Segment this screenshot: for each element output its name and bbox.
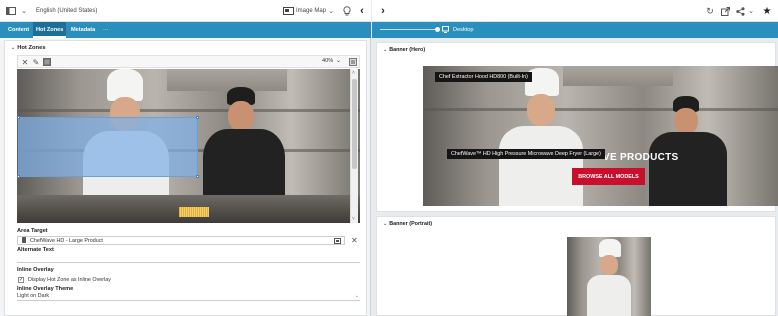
chef-body: [649, 132, 727, 206]
preview-pane: › ↻ ⌄ ★ Desktop ⌄ Banner (Hero) Chef Ext…: [372, 0, 778, 316]
alternate-text-label: Alternate Text: [17, 247, 54, 253]
device-icon: [22, 236, 26, 245]
scrollbar-thumb[interactable]: [352, 79, 357, 169]
device-label[interactable]: Desktop: [453, 27, 474, 33]
tab-content[interactable]: Content: [5, 22, 32, 38]
browse-all-models-button[interactable]: BROWSE ALL MODELS: [572, 168, 645, 185]
resize-handle[interactable]: [196, 116, 199, 119]
banner-headline: VE PRODUCTS: [603, 152, 679, 163]
clear-icon[interactable]: ✕: [351, 236, 358, 245]
caret-down-icon: ⌄: [383, 47, 388, 53]
area-target-field[interactable]: ChefWave HD - Large Product: [17, 236, 345, 245]
refresh-icon[interactable]: ↻: [703, 4, 717, 18]
pasta: [179, 207, 209, 217]
hot-zone-tooltip-hood[interactable]: Chef Extractor Hood HD800 (Built-In): [435, 72, 532, 82]
chevron-left-icon[interactable]: ‹: [355, 4, 369, 18]
scroll-down-icon[interactable]: ˅: [352, 216, 355, 222]
browse-icon[interactable]: [334, 238, 341, 246]
chef-body: [499, 126, 583, 206]
open-external-icon[interactable]: [718, 4, 732, 18]
chef-head: [674, 108, 698, 134]
device-bar: Desktop: [372, 22, 778, 38]
caret-down-icon: ⌄: [383, 221, 388, 227]
resize-handle[interactable]: [17, 116, 20, 119]
device-slider-knob[interactable]: [435, 27, 440, 32]
inline-overlay-checkbox-label[interactable]: Display Hot Zone as Inline Overlay: [28, 277, 111, 283]
hot-zone-image-canvas[interactable]: [17, 69, 360, 223]
fit-to-frame-icon[interactable]: [348, 57, 358, 67]
hero-banner-image: Chef Extractor Hood HD800 (Built-In) VE …: [423, 66, 778, 206]
area-target-label: Area Target: [17, 228, 48, 234]
locale-selector[interactable]: English (United States): [36, 5, 97, 17]
image-select-icon[interactable]: [42, 57, 52, 67]
inline-overlay-theme-select[interactable]: Light on Dark ⌄: [17, 292, 360, 301]
component-chevron-down-icon[interactable]: ⌄: [324, 4, 338, 18]
tab-metadata[interactable]: Metadata: [68, 22, 98, 38]
chef-head: [527, 94, 555, 126]
chef-white-figure: [585, 237, 633, 316]
banner-portrait-title[interactable]: ⌄ Banner (Portrait): [383, 221, 432, 227]
image-scrollbar[interactable]: ˄ ˅: [350, 69, 358, 223]
star-icon[interactable]: ★: [760, 4, 774, 18]
chevron-right-icon[interactable]: ›: [376, 4, 390, 18]
hot-zone-tooltip-fryer[interactable]: ChefWave™ HD High Pressure Microwave Dee…: [447, 149, 605, 159]
tab-more[interactable]: ···: [100, 22, 112, 38]
chevron-down-icon[interactable]: ⌄: [17, 4, 31, 18]
preview-toolbar: › ↻ ⌄ ★: [372, 0, 778, 22]
hot-zones-editor: ⌄ Hot Zones ✕ ✎ 40% ⌄ ˄ ˅ Area Target Ch…: [4, 40, 367, 316]
close-icon[interactable]: ✕: [20, 57, 30, 67]
image-map-icon: [281, 4, 295, 18]
resize-handle[interactable]: [196, 175, 199, 178]
image-toolbar: ✕ ✎ 40% ⌄: [17, 55, 360, 68]
shelf: [17, 109, 360, 112]
share-chevron-down-icon[interactable]: ⌄: [744, 4, 758, 18]
alternate-text-input[interactable]: [17, 254, 360, 263]
theme-selected-value: Light on Dark: [17, 293, 50, 299]
resize-handle[interactable]: [17, 175, 20, 178]
banner-hero-card: ⌄ Banner (Hero) Chef Extractor Hood HD800…: [376, 42, 778, 212]
zoom-level[interactable]: 40%: [322, 58, 333, 64]
chef-body: [587, 275, 631, 316]
scroll-up-icon[interactable]: ˄: [352, 70, 355, 76]
tab-hot-zones[interactable]: Hot Zones: [33, 22, 67, 38]
portrait-banner-image: [567, 237, 651, 316]
chef-black-figure: [645, 96, 731, 206]
hot-zones-section-title[interactable]: ⌄ Hot Zones: [11, 45, 46, 51]
chef-head: [228, 101, 254, 131]
chef-head: [600, 255, 618, 275]
device-width-slider[interactable]: [380, 29, 438, 30]
inline-overlay-label: Inline Overlay: [17, 267, 54, 273]
inline-overlay-checkbox[interactable]: ✓: [18, 277, 24, 283]
select-chevron-down-icon: ⌄: [354, 293, 359, 299]
banner-hero-title[interactable]: ⌄ Banner (Hero): [383, 47, 425, 53]
pencil-icon[interactable]: ✎: [31, 57, 41, 67]
panel-toggle-icon[interactable]: [4, 4, 18, 18]
caret-down-icon: ⌄: [11, 45, 16, 51]
left-toolbar: ⌄ English (United States) Image Map ⌄ ‹: [0, 0, 371, 22]
chef-white-figure: [493, 66, 589, 206]
banner-portrait-card: ⌄ Banner (Portrait): [376, 216, 776, 316]
hot-zone-rectangle[interactable]: [17, 116, 199, 178]
area-target-value: ChefWave HD - Large Product: [30, 237, 103, 244]
desktop-icon: [442, 26, 449, 35]
zoom-chevron-down-icon[interactable]: ⌄: [336, 57, 341, 64]
lightbulb-icon[interactable]: [340, 4, 354, 18]
editor-tabs: Content Hot Zones Metadata ···: [0, 22, 371, 38]
left-editor-pane: ⌄ English (United States) Image Map ⌄ ‹ …: [0, 0, 371, 316]
component-type-label[interactable]: Image Map: [296, 5, 326, 17]
